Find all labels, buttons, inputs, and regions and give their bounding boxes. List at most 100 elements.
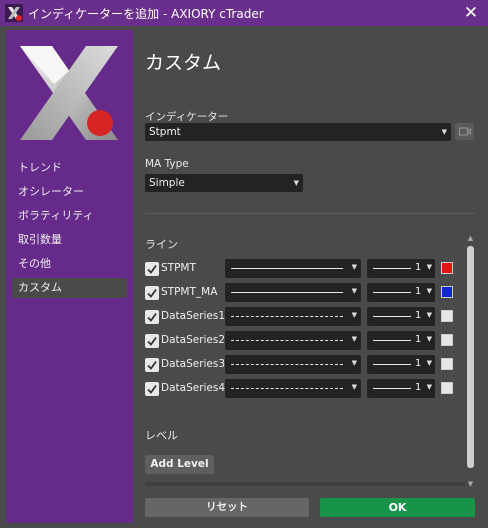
line-visible-checkbox[interactable] bbox=[145, 334, 159, 348]
line-style-preview bbox=[231, 340, 343, 341]
title-bar: インディケーターを追加 - AXIORY cTrader ✕ bbox=[0, 0, 488, 26]
page-title: カスタム bbox=[145, 52, 222, 74]
chevron-down-icon: ▼ bbox=[426, 263, 432, 271]
line-style-select[interactable]: ▼ bbox=[225, 259, 361, 278]
chevron-down-icon: ▼ bbox=[426, 359, 432, 367]
line-width-value: 1 bbox=[415, 310, 422, 321]
lines-section-title: ライン bbox=[145, 238, 178, 251]
line-width-select[interactable]: 1 ▼ bbox=[367, 283, 435, 302]
line-width-value: 1 bbox=[415, 382, 422, 393]
line-width-select[interactable]: 1 ▼ bbox=[367, 331, 435, 350]
line-style-preview bbox=[231, 388, 343, 389]
line-color-swatch[interactable] bbox=[441, 358, 453, 370]
line-row: STPMT ▼ 1 ▼ bbox=[145, 259, 455, 279]
sidebar-item-volume[interactable]: 取引数量 bbox=[12, 230, 127, 250]
line-name: STPMT bbox=[161, 262, 196, 274]
line-row: DataSeries1 ▼ 1 ▼ bbox=[145, 307, 455, 327]
line-name: DataSeries2 bbox=[161, 334, 226, 346]
ma-type-label: MA Type bbox=[145, 158, 189, 170]
scrollbar-thumb[interactable] bbox=[467, 246, 474, 468]
chevron-down-icon: ▼ bbox=[351, 263, 357, 271]
line-row: DataSeries3 ▼ 1 ▼ bbox=[145, 355, 455, 375]
line-color-swatch[interactable] bbox=[441, 310, 453, 322]
line-name: STPMT_MA bbox=[161, 286, 218, 298]
line-width-preview bbox=[373, 364, 411, 365]
chevron-down-icon: ▼ bbox=[351, 383, 357, 391]
chevron-down-icon: ▼ bbox=[351, 311, 357, 319]
horizontal-scrollbar[interactable] bbox=[145, 482, 465, 486]
line-visible-checkbox[interactable] bbox=[145, 358, 159, 372]
line-width-select[interactable]: 1 ▼ bbox=[367, 379, 435, 398]
line-width-value: 1 bbox=[415, 262, 422, 273]
chevron-down-icon: ▼ bbox=[441, 128, 447, 136]
ma-type-select[interactable]: Simple ▼ bbox=[145, 174, 303, 192]
line-row: STPMT_MA ▼ 1 ▼ bbox=[145, 283, 455, 303]
sidebar-item-oscillator[interactable]: オシレーター bbox=[12, 182, 127, 202]
line-width-preview bbox=[373, 340, 411, 341]
line-color-swatch[interactable] bbox=[441, 262, 453, 274]
chevron-down-icon: ▼ bbox=[426, 311, 432, 319]
sidebar-item-custom[interactable]: カスタム bbox=[12, 278, 127, 298]
line-style-preview bbox=[231, 268, 343, 269]
line-color-swatch[interactable] bbox=[441, 334, 453, 346]
line-style-select[interactable]: ▼ bbox=[225, 307, 361, 326]
line-width-preview bbox=[373, 388, 411, 389]
chevron-down-icon: ▼ bbox=[426, 383, 432, 391]
chevron-down-icon: ▼ bbox=[351, 335, 357, 343]
section-divider bbox=[145, 213, 475, 214]
line-style-select[interactable]: ▼ bbox=[225, 355, 361, 374]
ok-button[interactable]: OK bbox=[320, 498, 475, 517]
line-visible-checkbox[interactable] bbox=[145, 382, 159, 396]
scroll-up-icon[interactable]: ▲ bbox=[466, 234, 475, 243]
line-style-select[interactable]: ▼ bbox=[225, 379, 361, 398]
sidebar-item-trend[interactable]: トレンド bbox=[12, 158, 127, 178]
line-color-swatch[interactable] bbox=[441, 286, 453, 298]
indicator-select-value: Stpmt bbox=[149, 126, 181, 138]
line-width-preview bbox=[373, 316, 411, 317]
reset-button[interactable]: リセット bbox=[145, 498, 309, 517]
line-style-select[interactable]: ▼ bbox=[225, 331, 361, 350]
vertical-scrollbar[interactable]: ▲ ▼ bbox=[466, 234, 475, 492]
line-name: DataSeries4 bbox=[161, 382, 226, 394]
line-name: DataSeries1 bbox=[161, 310, 226, 322]
chevron-down-icon: ▼ bbox=[293, 179, 299, 187]
line-row: DataSeries2 ▼ 1 ▼ bbox=[145, 331, 455, 351]
line-visible-checkbox[interactable] bbox=[145, 310, 159, 324]
axiory-x-logo bbox=[20, 46, 118, 140]
line-row: DataSeries4 ▼ 1 ▼ bbox=[145, 379, 455, 399]
chevron-down-icon: ▼ bbox=[351, 287, 357, 295]
line-width-select[interactable]: 1 ▼ bbox=[367, 259, 435, 278]
line-visible-checkbox[interactable] bbox=[145, 286, 159, 300]
line-width-value: 1 bbox=[415, 358, 422, 369]
ma-type-select-value: Simple bbox=[149, 177, 185, 189]
line-visible-checkbox[interactable] bbox=[145, 262, 159, 276]
chevron-down-icon: ▼ bbox=[351, 359, 357, 367]
close-icon[interactable]: ✕ bbox=[454, 0, 488, 26]
line-width-preview bbox=[373, 268, 411, 269]
line-width-value: 1 bbox=[415, 286, 422, 297]
line-width-select[interactable]: 1 ▼ bbox=[367, 307, 435, 326]
line-style-preview bbox=[231, 364, 343, 365]
window-title: インディケーターを追加 - AXIORY cTrader bbox=[28, 7, 264, 21]
line-style-preview bbox=[231, 292, 343, 293]
category-sidebar: トレンド オシレーター ボラティリティ 取引数量 その他 カスタム bbox=[6, 30, 133, 523]
scroll-down-icon[interactable]: ▼ bbox=[466, 480, 475, 489]
line-color-swatch[interactable] bbox=[441, 382, 453, 394]
line-width-select[interactable]: 1 ▼ bbox=[367, 355, 435, 374]
camera-icon[interactable] bbox=[455, 123, 474, 140]
line-style-preview bbox=[231, 316, 343, 317]
main-panel: カスタム インディケーター Stpmt ▼ MA Type Simple ▼ ラ… bbox=[133, 30, 482, 523]
indicator-select[interactable]: Stpmt ▼ bbox=[145, 123, 451, 141]
levels-section-title: レベル bbox=[145, 429, 178, 442]
line-style-select[interactable]: ▼ bbox=[225, 283, 361, 302]
sidebar-item-volatility[interactable]: ボラティリティ bbox=[12, 206, 127, 226]
line-name: DataSeries3 bbox=[161, 358, 226, 370]
add-level-button[interactable]: Add Level bbox=[145, 455, 214, 474]
sidebar-item-other[interactable]: その他 bbox=[12, 254, 127, 274]
line-width-value: 1 bbox=[415, 334, 422, 345]
ctrader-x-icon bbox=[5, 4, 23, 22]
indicator-label: インディケーター bbox=[145, 111, 229, 123]
chevron-down-icon: ▼ bbox=[426, 335, 432, 343]
line-width-preview bbox=[373, 292, 411, 293]
chevron-down-icon: ▼ bbox=[426, 287, 432, 295]
